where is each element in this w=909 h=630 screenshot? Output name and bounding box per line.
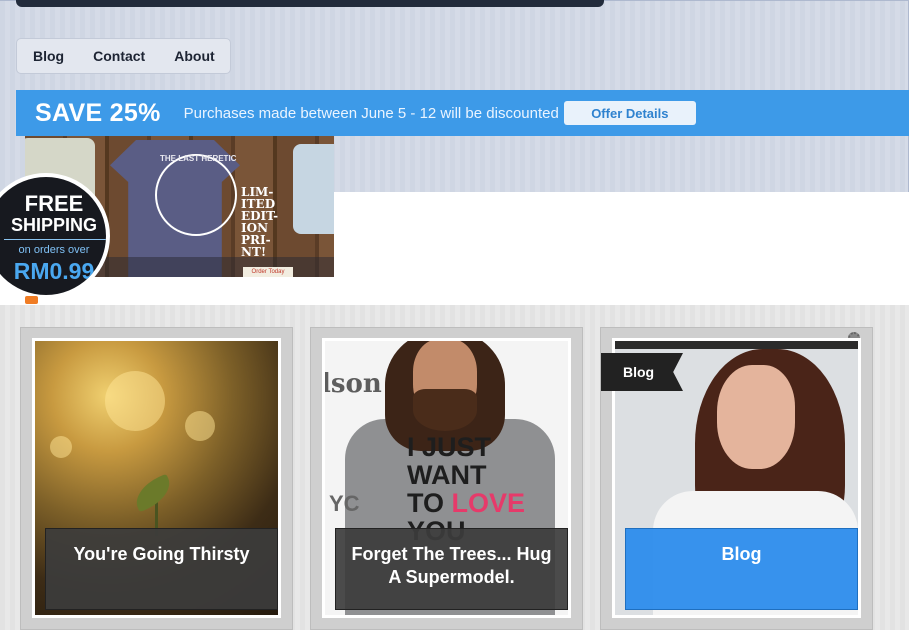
badge-price: RM0.99 xyxy=(13,258,95,284)
offer-details-button[interactable]: Offer Details xyxy=(563,101,696,125)
card-caption[interactable]: You're Going Thirsty xyxy=(45,528,278,610)
post-card-1[interactable]: You're Going Thirsty xyxy=(20,327,293,630)
card-photo-sprout: You're Going Thirsty xyxy=(35,341,278,615)
photo-background-text: lson xyxy=(325,369,382,399)
rss-icon[interactable] xyxy=(25,296,38,304)
badge-divider xyxy=(4,239,106,240)
photo-dark-band xyxy=(615,341,858,349)
banner-shirt-text: THE LAST HERETIC xyxy=(160,154,237,163)
tshirt-word: TO xyxy=(407,488,445,518)
tshirt-word: I JUST xyxy=(407,432,492,462)
bokeh-orb xyxy=(105,371,165,431)
sprout-leaf xyxy=(129,473,177,513)
nav-item-about[interactable]: About xyxy=(174,48,214,64)
tshirt-word: WANT xyxy=(407,460,487,490)
badge-orders-over: on orders over xyxy=(18,244,90,256)
blog-category-tag[interactable]: Blog xyxy=(601,353,683,391)
bokeh-orb xyxy=(50,436,72,458)
post-card-2[interactable]: lson YC I JUST WANT TO LOVE YOU Forget T… xyxy=(310,327,583,630)
free-shipping-badge: FREE SHIPPING on orders over RM0.99 xyxy=(0,173,110,299)
tshirt-word-love: LOVE xyxy=(451,488,526,518)
banner-limited-text: LIM- ITED EDIT- ION PRI- NT! xyxy=(241,185,279,259)
woman-face xyxy=(717,365,795,469)
banner-shirt-right xyxy=(293,144,334,234)
card-caption[interactable]: Forget The Trees... Hug A Supermodel. xyxy=(335,528,568,610)
badge-free: FREE xyxy=(24,191,84,216)
photo-nyc-text: YC xyxy=(329,491,360,516)
order-today-button[interactable]: Order Today xyxy=(243,267,293,277)
promo-bar: SAVE 25% Purchases made between June 5 -… xyxy=(16,90,909,136)
model-beard xyxy=(413,389,477,431)
bokeh-orb xyxy=(185,411,215,441)
nav-item-blog[interactable]: Blog xyxy=(33,48,64,64)
card-photo-model: lson YC I JUST WANT TO LOVE YOU Forget T… xyxy=(325,341,568,615)
nav-item-contact[interactable]: Contact xyxy=(93,48,145,64)
card-caption[interactable]: Blog xyxy=(625,528,858,610)
card-frame: You're Going Thirsty xyxy=(32,338,281,618)
banner-shirt-circle xyxy=(155,154,237,236)
top-dark-bar xyxy=(16,0,604,7)
card-frame: lson YC I JUST WANT TO LOVE YOU Forget T… xyxy=(322,338,571,618)
promo-title: SAVE 25% xyxy=(35,98,161,127)
main-nav: Blog Contact About xyxy=(16,38,231,74)
post-card-3[interactable]: Blog Blog xyxy=(600,327,873,630)
tshirt-word: TO LOVE xyxy=(407,489,525,517)
badge-shipping: SHIPPING xyxy=(10,215,98,235)
promo-text: Purchases made between June 5 - 12 will … xyxy=(183,104,559,122)
